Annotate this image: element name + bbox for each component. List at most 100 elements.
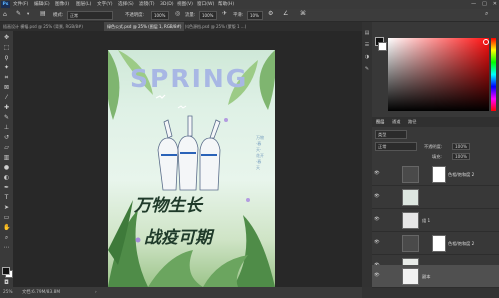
close-button[interactable]: ✕: [493, 0, 497, 9]
menu-file[interactable]: 文件(F): [13, 0, 28, 9]
pressure-opacity-icon[interactable]: ◎: [175, 10, 180, 17]
eye-icon[interactable]: 👁: [374, 217, 380, 222]
layer-opacity-input[interactable]: 100%: [452, 143, 470, 150]
eyedropper-tool-icon[interactable]: ⁄: [3, 94, 10, 101]
tab-document-3[interactable]: 抖色源档.psd @ 25% (蒙版 1 ...): [182, 22, 308, 31]
adjustment-layer-icon: [402, 235, 419, 252]
color-panel: [372, 22, 499, 117]
menu-layer[interactable]: 图层(L): [76, 0, 91, 9]
layer-thumbnail: [402, 212, 419, 229]
menu-type[interactable]: 文字(Y): [97, 0, 113, 9]
menu-view[interactable]: 视图(V): [177, 0, 193, 9]
layer-row[interactable]: 👁 组 1: [372, 209, 499, 232]
maximize-button[interactable]: □: [482, 0, 487, 9]
shape-tool-icon[interactable]: ▭: [3, 214, 10, 221]
tab-document-1[interactable]: 插画设计 横幅.psd @ 25% (背景, RGB/8#): [0, 22, 106, 31]
airbrush-icon[interactable]: ✈: [222, 10, 227, 17]
path-select-tool-icon[interactable]: ➤: [3, 204, 10, 211]
status-menu-arrow-icon[interactable]: ›: [95, 287, 97, 298]
move-tool-icon[interactable]: ✥: [3, 34, 10, 41]
opacity-label: 不透明度:: [125, 13, 145, 18]
angle-icon[interactable]: ∠: [283, 10, 288, 17]
foreground-color-swatch[interactable]: [2, 267, 10, 275]
layer-row-selected[interactable]: 👁 副本: [372, 265, 499, 288]
brushes-panel-icon[interactable]: ✎: [364, 66, 370, 72]
color-picker-field[interactable]: [388, 38, 489, 111]
color-panel-background-swatch[interactable]: [378, 42, 387, 51]
menu-select[interactable]: 选择(S): [118, 0, 134, 9]
lasso-tool-icon[interactable]: ϙ: [3, 54, 10, 61]
layer-name[interactable]: 色相/饱和度 2: [448, 172, 474, 178]
eraser-tool-icon[interactable]: ▱: [3, 144, 10, 151]
eye-icon[interactable]: 👁: [374, 273, 380, 278]
hue-slider[interactable]: [491, 38, 496, 111]
marquee-tool-icon[interactable]: ⬚: [3, 44, 10, 51]
layer-row[interactable]: 👁 色相/饱和度 2: [372, 163, 499, 186]
menu-image[interactable]: 图像(I): [55, 0, 69, 9]
stamp-tool-icon[interactable]: ⊥: [3, 124, 10, 131]
status-bar: 25% 文档:6.79M/83.8M ›: [0, 287, 362, 298]
quick-select-tool-icon[interactable]: ✦: [3, 64, 10, 71]
eye-icon[interactable]: 👁: [374, 171, 380, 176]
adjustment-layer-icon: [402, 166, 419, 183]
pen-tool-icon[interactable]: ✒: [3, 184, 10, 191]
layer-thumbnail: [402, 189, 419, 206]
poster-artwork[interactable]: SPRING 万物·春天·花开·春天 万物生长 战疫可期: [108, 50, 275, 287]
menu-window[interactable]: 窗口(W): [197, 0, 214, 9]
zoom-level[interactable]: 25%: [3, 287, 13, 298]
opacity-input[interactable]: 100%: [151, 11, 169, 20]
tab-channels[interactable]: 通道: [392, 119, 400, 125]
layer-filter-select[interactable]: 类型: [375, 130, 407, 139]
brush-size-dropdown[interactable]: ▾: [27, 12, 29, 17]
fill-input[interactable]: 100%: [452, 153, 470, 160]
tab-document-2[interactable]: 绿色公式.psd @ 25% (图层 1, RGB/8#): [104, 22, 184, 31]
hand-tool-icon[interactable]: ✋: [3, 224, 10, 231]
blend-mode-select[interactable]: 正常: [375, 142, 417, 151]
frame-tool-icon[interactable]: ⊠: [3, 84, 10, 91]
flow-input[interactable]: 100%: [199, 11, 217, 20]
eye-icon[interactable]: 👁: [374, 240, 380, 245]
dodge-tool-icon[interactable]: ◐: [3, 174, 10, 181]
tab-paths[interactable]: 路径: [408, 119, 416, 125]
brush-preset-icon[interactable]: ✎: [16, 10, 21, 17]
history-brush-tool-icon[interactable]: ↺: [3, 134, 10, 141]
layer-row[interactable]: 👁 色相/饱和度 2: [372, 232, 499, 255]
properties-panel-icon[interactable]: ☰: [364, 42, 370, 48]
gradient-tool-icon[interactable]: ▥: [3, 154, 10, 161]
mode-select[interactable]: 正常: [67, 11, 113, 20]
tools-panel: ✥ ⬚ ϙ ✦ ⌗ ⊠ ⁄ ✚ ✎ ⊥ ↺ ▱ ▥ ● ◐ ✒ T ➤ ▭ ✋ …: [0, 31, 14, 287]
gear-icon[interactable]: ⚙: [268, 10, 273, 17]
color-picker-cursor[interactable]: [483, 39, 489, 45]
home-icon[interactable]: ⌂: [3, 11, 7, 18]
layer-name[interactable]: 副本: [422, 274, 430, 280]
layer-name[interactable]: 色相/饱和度 2: [448, 241, 474, 247]
layer-name[interactable]: 组 1: [422, 218, 430, 224]
layer-row[interactable]: 👁: [372, 186, 499, 209]
healing-tool-icon[interactable]: ✚: [3, 104, 10, 111]
menu-3d[interactable]: 3D(D): [160, 0, 174, 9]
brush-tool-icon[interactable]: ✎: [3, 114, 10, 121]
menu-filter[interactable]: 滤镜(T): [139, 0, 155, 9]
tab-layers[interactable]: 图层: [376, 119, 384, 125]
symmetry-icon[interactable]: ⌘: [300, 10, 306, 17]
minimize-button[interactable]: —: [471, 0, 476, 9]
type-tool-icon[interactable]: T: [3, 194, 10, 201]
search-icon[interactable]: ⌕: [485, 10, 488, 18]
blur-tool-icon[interactable]: ●: [3, 164, 10, 171]
quick-mask-icon[interactable]: ◘: [3, 279, 10, 286]
zoom-tool-icon[interactable]: ⌕: [3, 234, 10, 241]
poster-headline: SPRING: [130, 64, 249, 93]
eye-icon[interactable]: 👁: [374, 194, 380, 199]
menu-help[interactable]: 帮助(H): [218, 0, 234, 9]
brush-panel-icon[interactable]: ▤: [40, 10, 46, 17]
history-panel-icon[interactable]: ▤: [364, 30, 370, 36]
smoothing-input[interactable]: 10%: [247, 11, 263, 20]
canvas-area[interactable]: SPRING 万物·春天·花开·春天 万物生长 战疫可期: [13, 31, 362, 287]
poster-slogan-line-1: 万物生长: [134, 196, 202, 216]
adjustments-panel-icon[interactable]: ◑: [364, 54, 370, 60]
crop-tool-icon[interactable]: ⌗: [3, 74, 10, 81]
layer-opacity-label: 不透明度:: [424, 144, 443, 149]
poster-side-text: 万物·春天·花开·春天: [256, 135, 264, 170]
more-tools-icon[interactable]: ⋯: [3, 244, 10, 251]
menu-edit[interactable]: 编辑(E): [34, 0, 50, 9]
